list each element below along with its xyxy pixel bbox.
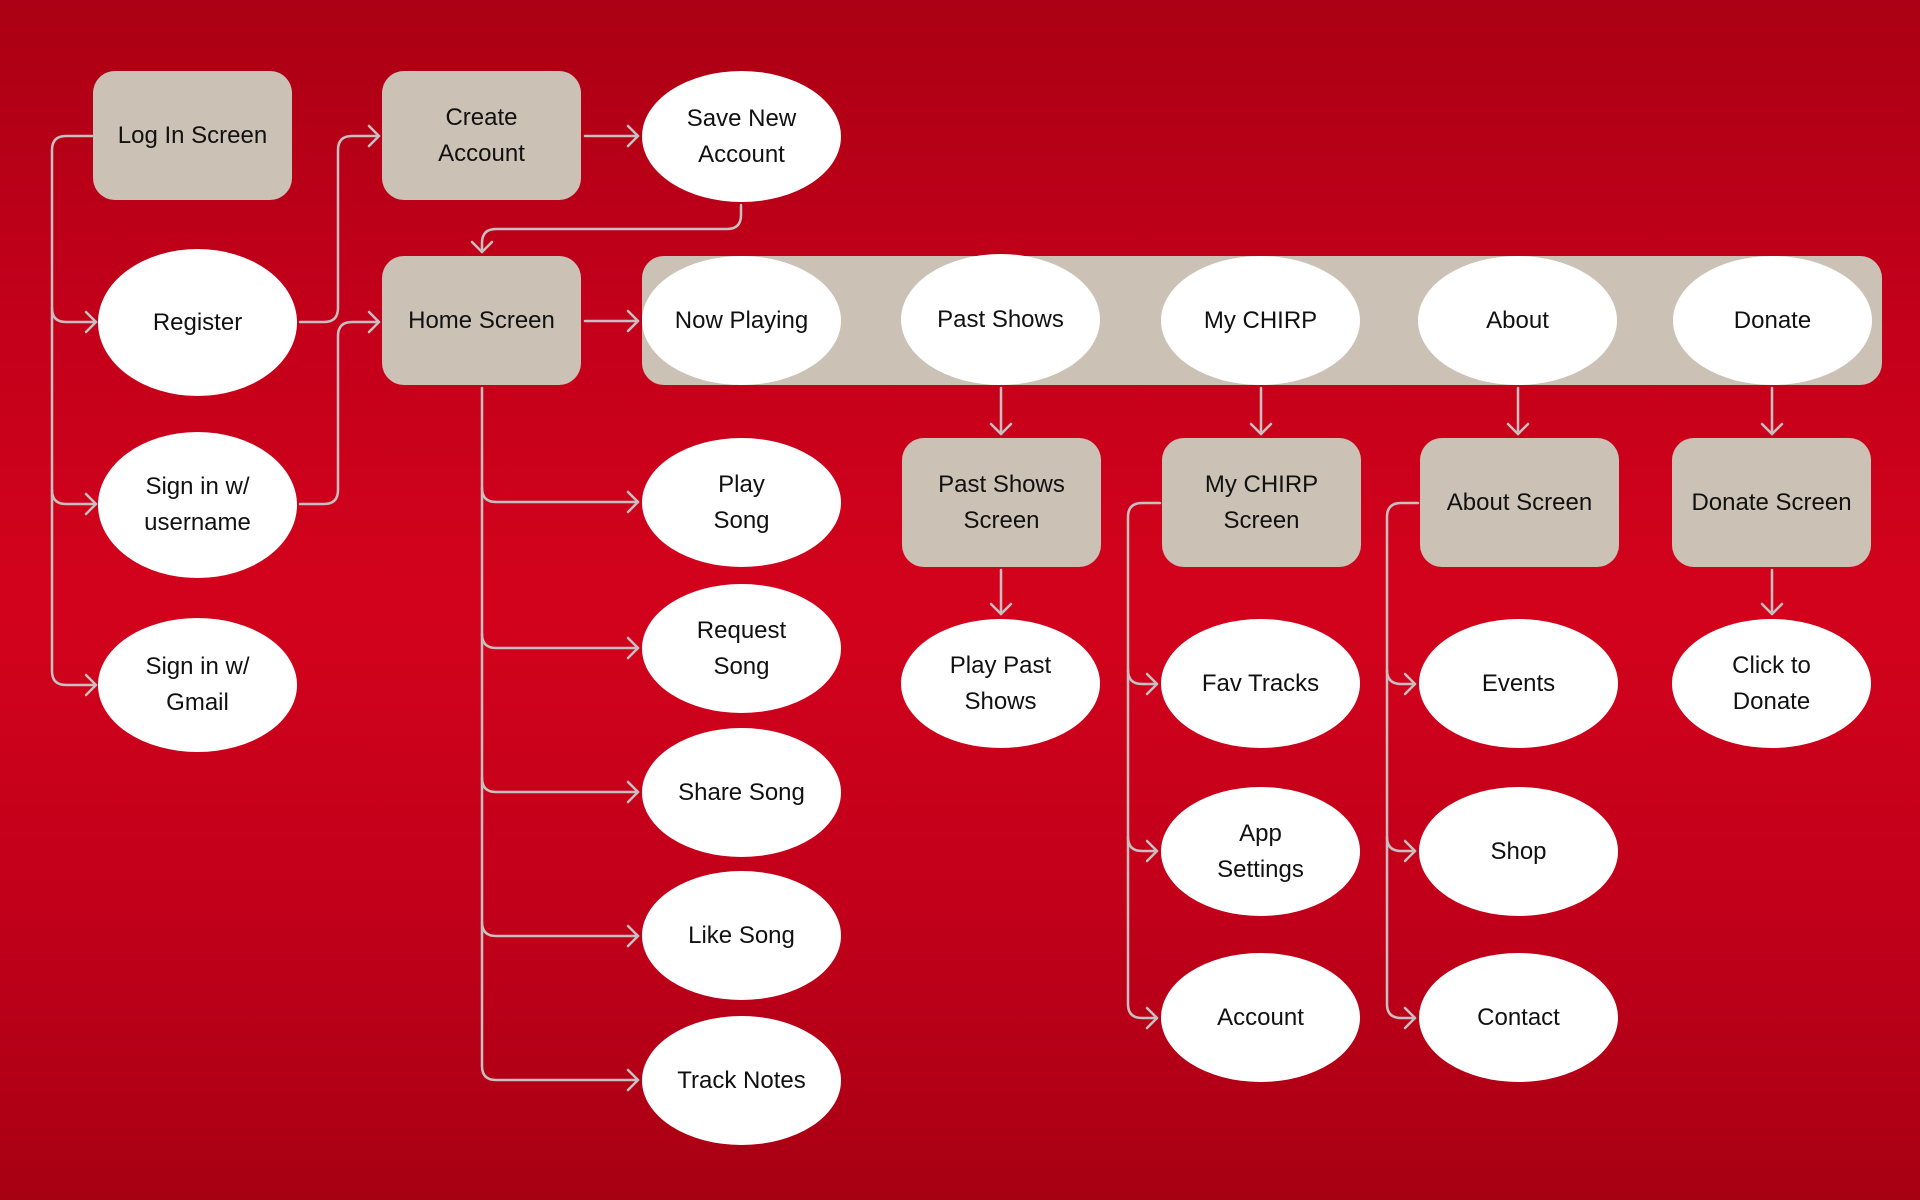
node-shop[interactable]: Shop [1419, 787, 1618, 916]
node-click-to-donate[interactable]: Click to Donate [1672, 619, 1871, 748]
node-past-shows-screen[interactable]: Past Shows Screen [902, 438, 1101, 567]
node-play-past-shows[interactable]: Play Past Shows [901, 619, 1100, 748]
node-signin-username[interactable]: Sign in w/ username [98, 432, 297, 578]
node-account[interactable]: Account [1161, 953, 1360, 1082]
node-events[interactable]: Events [1419, 619, 1618, 748]
edge-about-child-0 [1385, 668, 1417, 686]
edge-home-action-2 [480, 776, 640, 794]
edge-about-child-1 [1385, 835, 1417, 853]
node-login[interactable]: Log In Screen [93, 71, 292, 200]
node-register[interactable]: Register [98, 249, 297, 396]
nav-past-shows[interactable]: Past Shows [901, 254, 1100, 385]
node-home-screen[interactable]: Home Screen [382, 256, 581, 385]
nav-now-playing[interactable]: Now Playing [642, 256, 841, 385]
node-donate-screen[interactable]: Donate Screen [1672, 438, 1871, 567]
node-track-notes[interactable]: Track Notes [642, 1016, 841, 1145]
node-request-song[interactable]: Request Song [642, 584, 841, 713]
nav-donate[interactable]: Donate [1673, 256, 1872, 385]
edge-home-action-3 [480, 920, 640, 938]
node-fav-tracks[interactable]: Fav Tracks [1161, 619, 1360, 748]
edge-username-home [298, 320, 381, 506]
edge-register-create [298, 134, 381, 324]
edge-home-trunk [480, 386, 640, 1082]
edge-chirp-child-0 [1126, 668, 1159, 686]
node-save-new-account[interactable]: Save New Account [642, 71, 841, 202]
edge-home-action-0 [480, 486, 640, 504]
nav-my-chirp[interactable]: My CHIRP [1161, 256, 1360, 385]
nav-about[interactable]: About [1418, 256, 1617, 385]
edge-home-action-1 [480, 632, 640, 650]
edge-save-home [480, 203, 743, 254]
edge-chirp-child-1 [1126, 835, 1159, 853]
node-my-chirp-screen[interactable]: My CHIRP Screen [1162, 438, 1361, 567]
node-app-settings[interactable]: App Settings [1161, 787, 1360, 916]
edge-chirp-trunk [1126, 501, 1162, 1020]
edge-login-gmail [50, 134, 98, 687]
node-about-screen[interactable]: About Screen [1420, 438, 1619, 567]
node-contact[interactable]: Contact [1419, 953, 1618, 1082]
node-create-account[interactable]: Create Account [382, 71, 581, 200]
node-signin-gmail[interactable]: Sign in w/ Gmail [98, 618, 297, 752]
edge-about-trunk [1385, 501, 1420, 1020]
node-play-song[interactable]: Play Song [642, 438, 841, 567]
node-like-song[interactable]: Like Song [642, 871, 841, 1000]
node-share-song[interactable]: Share Song [642, 728, 841, 857]
